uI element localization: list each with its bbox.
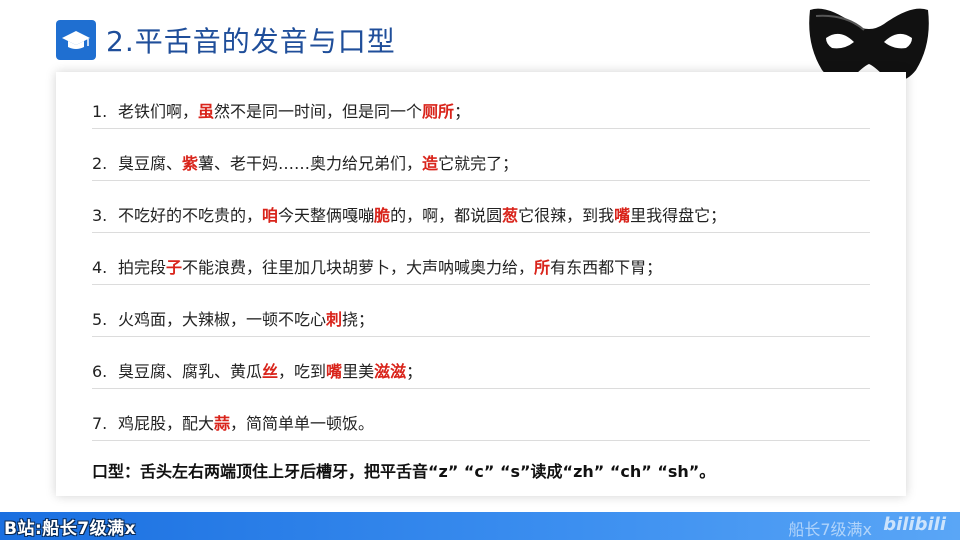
divider bbox=[92, 336, 870, 337]
highlighted-text: 嘴 bbox=[326, 362, 343, 381]
footer-bar: B站:船长7级满x 船长7级满x bilibili bbox=[0, 512, 960, 540]
divider bbox=[92, 440, 870, 441]
item-text: 薯、老干妈……奥力给兄弟们， bbox=[198, 154, 423, 173]
highlighted-text: 嘴 bbox=[614, 206, 631, 225]
list-item: 2. 臭豆腐、紫薯、老干妈……奥力给兄弟们，造它就完了； bbox=[92, 150, 870, 174]
highlighted-text: 虽 bbox=[198, 102, 215, 121]
highlighted-text: 丝 bbox=[262, 362, 279, 381]
item-number: 6. bbox=[92, 362, 108, 381]
bilibili-logo: bilibili bbox=[883, 514, 946, 535]
item-text: 老铁们啊， bbox=[118, 102, 199, 121]
list-item: 1. 老铁们啊，虽然不是同一时间，但是同一个厕所； bbox=[92, 98, 870, 122]
list-item: 5. 火鸡面，大辣椒，一顿不吃心刺挠； bbox=[92, 306, 870, 330]
page-title: 2.平舌音的发音与口型 bbox=[106, 25, 396, 58]
item-text: 臭豆腐、 bbox=[118, 154, 183, 173]
content-card: 1. 老铁们啊，虽然不是同一时间，但是同一个厕所； 2. 臭豆腐、紫薯、老干妈……奥力… bbox=[56, 72, 906, 496]
highlighted-text: 刺 bbox=[326, 310, 343, 329]
item-text: ； bbox=[406, 362, 423, 381]
list-item: 7. 鸡屁股，配大蒜，简简单单一顿饭。 bbox=[92, 410, 870, 434]
item-number: 1. bbox=[92, 102, 108, 121]
item-text: ； bbox=[454, 102, 471, 121]
divider bbox=[92, 232, 870, 233]
highlighted-text: 厕所 bbox=[422, 102, 455, 121]
item-number: 3. bbox=[92, 206, 108, 225]
item-text: ，简简单单一顿饭。 bbox=[230, 414, 375, 433]
channel-label: B站:船长7级满x bbox=[4, 519, 137, 539]
divider bbox=[92, 180, 870, 181]
highlighted-text: 蒜 bbox=[214, 414, 231, 433]
highlighted-text: 造 bbox=[422, 154, 439, 173]
item-text: 不能浪费，往里加几块胡萝卜，大声呐喊奥力给， bbox=[182, 258, 535, 277]
item-number: 7. bbox=[92, 414, 108, 433]
item-text: 鸡屁股，配大 bbox=[118, 414, 215, 433]
item-number: 2. bbox=[92, 154, 108, 173]
item-text: 它就完了； bbox=[438, 154, 519, 173]
item-text: ，吃到 bbox=[278, 362, 327, 381]
highlighted-text: 滋滋 bbox=[374, 362, 407, 381]
item-number: 4. bbox=[92, 258, 108, 277]
list-item: 3. 不吃好的不吃贵的，咱今天整俩嘎嘣脆的，啊，都说圆葱它很辣，到我嘴里我得盘它； bbox=[92, 202, 870, 226]
item-text: 里我得盘它； bbox=[630, 206, 727, 225]
slide-header: 2.平舌音的发音与口型 bbox=[56, 18, 396, 62]
item-text: 它很辣，到我 bbox=[518, 206, 615, 225]
item-text: 的，啊，都说圆 bbox=[390, 206, 503, 225]
highlighted-text: 子 bbox=[166, 258, 183, 277]
item-text: 臭豆腐、腐乳、黄瓜 bbox=[118, 362, 263, 381]
graduation-cap-icon bbox=[56, 20, 96, 60]
highlighted-text: 葱 bbox=[502, 206, 519, 225]
divider bbox=[92, 128, 870, 129]
item-text: 然不是同一时间，但是同一个 bbox=[214, 102, 423, 121]
item-text: 挠； bbox=[342, 310, 375, 329]
divider bbox=[92, 284, 870, 285]
highlighted-text: 脆 bbox=[374, 206, 391, 225]
divider bbox=[92, 388, 870, 389]
item-text: 拍完段 bbox=[118, 258, 167, 277]
mouth-shape-note: 口型：舌头左右两端顶住上牙后槽牙，把平舌音“z” “c” “s”读成“zh” “… bbox=[92, 462, 716, 481]
item-text: 有东西都下胃； bbox=[550, 258, 663, 277]
item-text: 不吃好的不吃贵的， bbox=[118, 206, 263, 225]
list-item: 6. 臭豆腐、腐乳、黄瓜丝，吃到嘴里美滋滋； bbox=[92, 358, 870, 382]
highlighted-text: 所 bbox=[534, 258, 551, 277]
highlighted-text: 紫 bbox=[182, 154, 199, 173]
item-text: 火鸡面，大辣椒，一顿不吃心 bbox=[118, 310, 327, 329]
list-item: 4. 拍完段子不能浪费，往里加几块胡萝卜，大声呐喊奥力给，所有东西都下胃； bbox=[92, 254, 870, 278]
item-number: 5. bbox=[92, 310, 108, 329]
highlighted-text: 咱 bbox=[262, 206, 279, 225]
watermark: 船长7级满x bbox=[788, 520, 872, 539]
item-text: 今天整俩嘎嘣 bbox=[278, 206, 375, 225]
item-text: 里美 bbox=[342, 362, 375, 381]
